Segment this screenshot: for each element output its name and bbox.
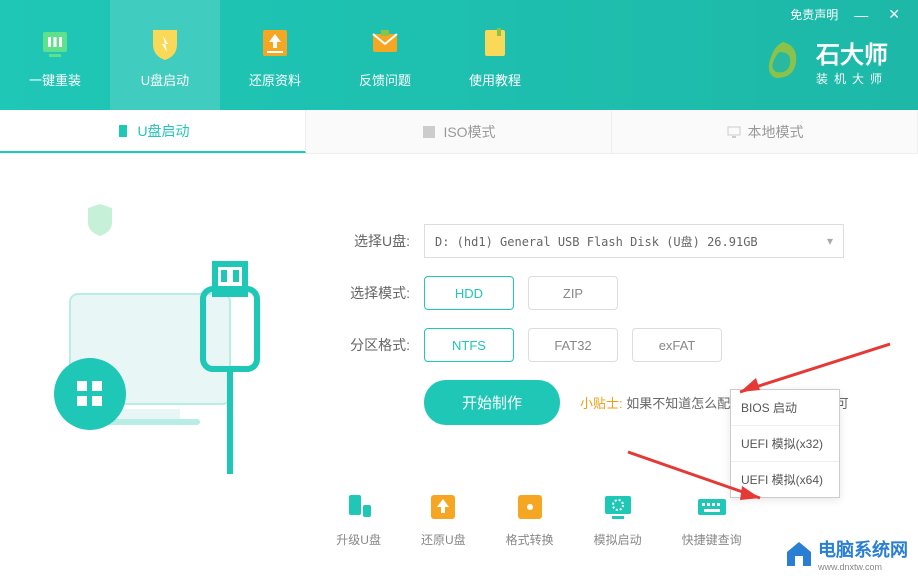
header: 一键重装 U盘启动 还原资料 反馈问题 使用教程 免责声明 [0, 0, 918, 110]
watermark: 电脑系统网 www.dnxtw.com [784, 536, 908, 572]
upload-icon [255, 22, 295, 62]
disclaimer-link[interactable]: 免责声明 [790, 6, 838, 23]
mode-hdd[interactable]: HDD [424, 276, 514, 310]
minimize-button[interactable]: — [850, 7, 872, 23]
tool-label: 格式转换 [506, 531, 554, 548]
tab-label: 一键重装 [29, 70, 81, 89]
restore-icon [425, 489, 461, 525]
logo-icon [760, 38, 806, 84]
tip-label: 小贴士: [580, 396, 623, 411]
bios-item-uefi32[interactable]: UEFI 模拟(x32) [731, 426, 839, 462]
tab-usb-boot[interactable]: U盘启动 [110, 0, 220, 110]
close-button[interactable]: ✕ [884, 6, 904, 23]
tool-label: 模拟启动 [594, 531, 642, 548]
tab-reinstall[interactable]: 一键重装 [0, 0, 110, 110]
tab-label: 还原资料 [249, 70, 301, 89]
bios-item-bios[interactable]: BIOS 启动 [731, 390, 839, 426]
tab-feedback[interactable]: 反馈问题 [330, 0, 440, 110]
header-tabs: 一键重装 U盘启动 还原资料 反馈问题 使用教程 [0, 0, 550, 110]
tab-restore[interactable]: 还原资料 [220, 0, 330, 110]
tool-simulate-boot[interactable]: 模拟启动 [594, 489, 642, 548]
tool-label: 还原U盘 [421, 531, 466, 548]
tool-shortcut-lookup[interactable]: 快捷键查询 [682, 489, 742, 548]
subtab-iso[interactable]: ISO模式 [306, 110, 612, 153]
subtab-label: ISO模式 [443, 122, 495, 142]
house-icon [784, 539, 814, 569]
partition-row: 分区格式: NTFS FAT32 exFAT [340, 328, 858, 362]
partition-exfat[interactable]: exFAT [632, 328, 722, 362]
tool-format-convert[interactable]: 格式转换 [506, 489, 554, 548]
tab-label: 反馈问题 [359, 70, 411, 89]
iso-icon [421, 124, 437, 140]
partition-label: 分区格式: [340, 335, 410, 355]
mode-zip[interactable]: ZIP [528, 276, 618, 310]
subtab-label: U盘启动 [137, 121, 189, 141]
logo-title: 石大师 [816, 35, 888, 70]
mode-options: HDD ZIP [424, 276, 618, 310]
bios-menu: BIOS 启动 UEFI 模拟(x32) UEFI 模拟(x64) [730, 389, 840, 498]
tab-label: 使用教程 [469, 70, 521, 89]
shield-icon [145, 22, 185, 62]
partition-ntfs[interactable]: NTFS [424, 328, 514, 362]
subtab-usb-boot[interactable]: U盘启动 [0, 110, 306, 153]
keyboard-icon [694, 489, 730, 525]
content: 选择U盘: D: (hd1) General USB Flash Disk (U… [0, 154, 918, 578]
usb-value: D: (hd1) General USB Flash Disk (U盘) 26.… [435, 233, 758, 250]
chevron-down-icon: ▾ [827, 234, 833, 248]
partition-fat32[interactable]: FAT32 [528, 328, 618, 362]
sub-tabs: U盘启动 ISO模式 本地模式 [0, 110, 918, 154]
bars-icon [35, 22, 75, 62]
start-button[interactable]: 开始制作 [424, 380, 560, 425]
tab-tutorial[interactable]: 使用教程 [440, 0, 550, 110]
partition-options: NTFS FAT32 exFAT [424, 328, 722, 362]
convert-icon [512, 489, 548, 525]
tip-body: 如果不知道怎么配置 [626, 396, 743, 411]
book-icon [475, 22, 515, 62]
watermark-title: 电脑系统网 [818, 540, 908, 560]
usb-upgrade-icon [341, 489, 377, 525]
tool-label: 快捷键查询 [682, 531, 742, 548]
mail-icon [365, 22, 405, 62]
usb-label: 选择U盘: [340, 231, 410, 251]
watermark-url: www.dnxtw.com [818, 562, 908, 572]
window-controls: 免责声明 — ✕ [790, 6, 904, 23]
simulate-icon [600, 489, 636, 525]
subtab-label: 本地模式 [748, 122, 804, 142]
logo: 石大师 装机大师 [760, 35, 888, 87]
tool-upgrade-usb[interactable]: 升级U盘 [336, 489, 381, 548]
tool-restore-usb[interactable]: 还原U盘 [421, 489, 466, 548]
bottom-tools: 升级U盘 还原U盘 格式转换 模拟启动 快捷键查询 [0, 489, 918, 548]
usb-icon [115, 123, 131, 139]
usb-select[interactable]: D: (hd1) General USB Flash Disk (U盘) 26.… [424, 224, 844, 258]
mode-label: 选择模式: [340, 283, 410, 303]
subtab-local[interactable]: 本地模式 [612, 110, 918, 153]
monitor-icon [726, 124, 742, 140]
decorative-graphic [40, 184, 280, 464]
mode-row: 选择模式: HDD ZIP [340, 276, 858, 310]
tool-label: 升级U盘 [336, 531, 381, 548]
logo-subtitle: 装机大师 [816, 70, 888, 87]
tab-label: U盘启动 [141, 70, 189, 89]
usb-row: 选择U盘: D: (hd1) General USB Flash Disk (U… [340, 224, 858, 258]
